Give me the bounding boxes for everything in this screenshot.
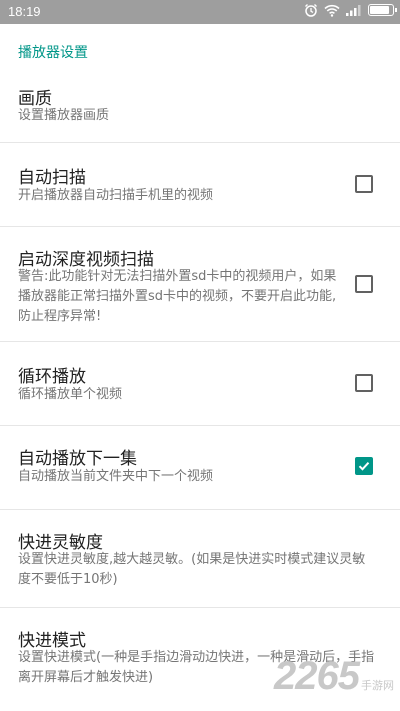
pref-summary: 自动播放当前文件夹中下一个视频 (18, 469, 214, 484)
battery-icon (368, 4, 397, 16)
pref-seek-sensitivity[interactable]: 快进灵敏度 设置快进灵敏度,越大越灵敏。(如果是快进实时模式建议灵敏度不要低于1… (0, 510, 400, 608)
section-title: 播放器设置 (18, 45, 88, 61)
auto-scan-checkbox[interactable] (355, 175, 373, 193)
pref-title: 循环播放 (18, 367, 86, 387)
watermark-number: 2265 (274, 654, 360, 698)
pref-loop-play[interactable]: 循环播放 循环播放单个视频 (0, 342, 400, 426)
signal-icon (346, 4, 362, 16)
pref-title: 自动扫描 (18, 168, 86, 188)
pref-autoplay-next[interactable]: 自动播放下一集 自动播放当前文件夹中下一个视频 (0, 426, 400, 510)
status-time: 18:19 (8, 4, 41, 19)
check-icon (358, 462, 370, 471)
loop-play-checkbox[interactable] (355, 374, 373, 392)
pref-title: 自动播放下一集 (18, 449, 137, 469)
pref-summary: 设置播放器画质 (18, 108, 110, 123)
pref-summary: 设置快进灵敏度,越大越灵敏。(如果是快进实时模式建议灵敏度不要低于10秒) (18, 552, 366, 587)
autoplay-next-checkbox[interactable] (355, 457, 373, 475)
pref-auto-scan[interactable]: 自动扫描 开启播放器自动扫描手机里的视频 (0, 143, 400, 227)
deep-scan-checkbox[interactable] (355, 275, 373, 293)
pref-summary: 循环播放单个视频 (18, 387, 123, 402)
wifi-icon (324, 4, 340, 17)
alarm-icon (304, 3, 318, 17)
status-icons (304, 3, 397, 17)
watermark-logo: 2265 手游网 (274, 654, 394, 699)
pref-video-quality[interactable]: 画质 设置播放器画质 (0, 70, 400, 143)
status-bar: 18:19 (0, 0, 400, 24)
pref-deep-scan[interactable]: 启动深度视频扫描 警告:此功能针对无法扫描外置sd卡中的视频用户，如果播放器能正… (0, 227, 400, 342)
pref-summary: 警告:此功能针对无法扫描外置sd卡中的视频用户，如果播放器能正常扫描外置sd卡中… (18, 269, 337, 324)
pref-summary: 开启播放器自动扫描手机里的视频 (18, 188, 214, 203)
watermark-text: 手游网 (361, 679, 394, 692)
